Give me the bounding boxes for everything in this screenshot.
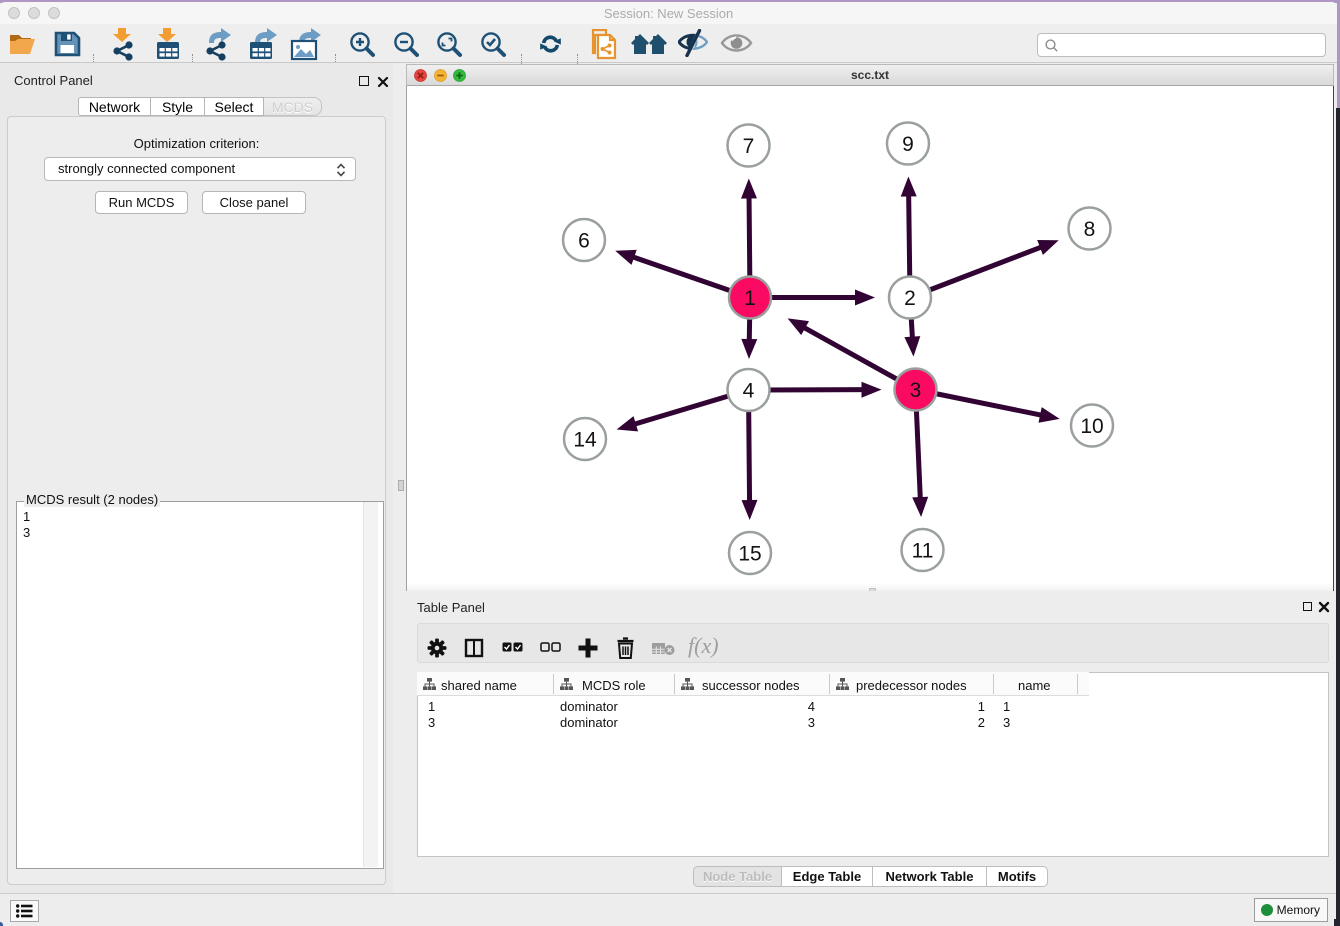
svg-text:7: 7: [743, 135, 755, 158]
svg-text:4: 4: [743, 380, 755, 403]
svg-text:1: 1: [744, 287, 756, 310]
svg-text:8: 8: [1084, 218, 1096, 241]
svg-text:2: 2: [904, 287, 916, 310]
svg-text:3: 3: [910, 379, 922, 402]
svg-text:14: 14: [573, 429, 597, 452]
svg-text:15: 15: [738, 543, 761, 566]
svg-text:11: 11: [912, 540, 934, 563]
svg-text:9: 9: [902, 133, 914, 156]
svg-text:6: 6: [578, 230, 590, 253]
svg-text:10: 10: [1080, 415, 1103, 438]
